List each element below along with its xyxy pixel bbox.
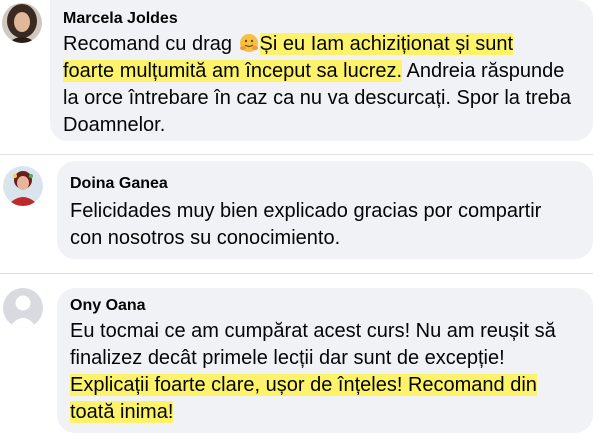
- text-line: foarte mulțumită am început sa lucrez. A…: [63, 58, 588, 85]
- avatar[interactable]: [3, 166, 43, 206]
- avatar[interactable]: [3, 288, 43, 328]
- highlighted-text: Și eu Iam achiziționat și sunt: [259, 33, 514, 55]
- highlighted-text: foarte mulțumită am început sa lucrez.: [63, 60, 403, 82]
- text-line: Recomand cu drag Și eu Iam achiziționat …: [63, 31, 588, 58]
- comment-feed: Marcela Joldes Recomand cu drag Și eu Ia…: [0, 0, 593, 433]
- highlighted-text: toată inima!: [70, 401, 174, 423]
- comment: Marcela Joldes Recomand cu drag Și eu Ia…: [0, 0, 593, 148]
- text-line: Explicații foarte clare, ușor de înțeles…: [70, 372, 585, 399]
- text-segment: Andreia răspunde: [402, 60, 565, 82]
- divider: [0, 273, 593, 274]
- comment-author[interactable]: Doina Ganea: [70, 175, 168, 193]
- text-line: Doamnelor.: [63, 114, 166, 136]
- avatar[interactable]: [2, 3, 42, 43]
- comment-text: Eu tocmai ce am cumpărat acest curs! Nu …: [70, 318, 585, 426]
- hugging-face-icon: [239, 33, 259, 53]
- text-line: Eu tocmai ce am cumpărat acest curs! Nu …: [70, 320, 556, 342]
- comment-text: Recomand cu drag Și eu Iam achiziționat …: [63, 31, 588, 139]
- text-line: toată inima!: [70, 399, 585, 426]
- comment-text: Felicidades muy bien explicado gracias p…: [70, 198, 585, 252]
- divider: [0, 154, 593, 155]
- highlighted-text: Explicații foarte clare, ușor de înțeles…: [70, 374, 537, 396]
- text-line: la orce întrebare în caz ca nu va descur…: [63, 87, 572, 109]
- text-line: con nosotros su conocimiento.: [70, 227, 341, 249]
- text-segment: Recomand cu drag: [63, 33, 238, 55]
- comment-author[interactable]: Marcela Joldes: [63, 10, 178, 28]
- text-line: Felicidades muy bien explicado gracias p…: [70, 200, 542, 222]
- text-line: finalizez decât primele lecții dar sunt …: [70, 347, 505, 369]
- comment-author[interactable]: Ony Oana: [70, 297, 146, 315]
